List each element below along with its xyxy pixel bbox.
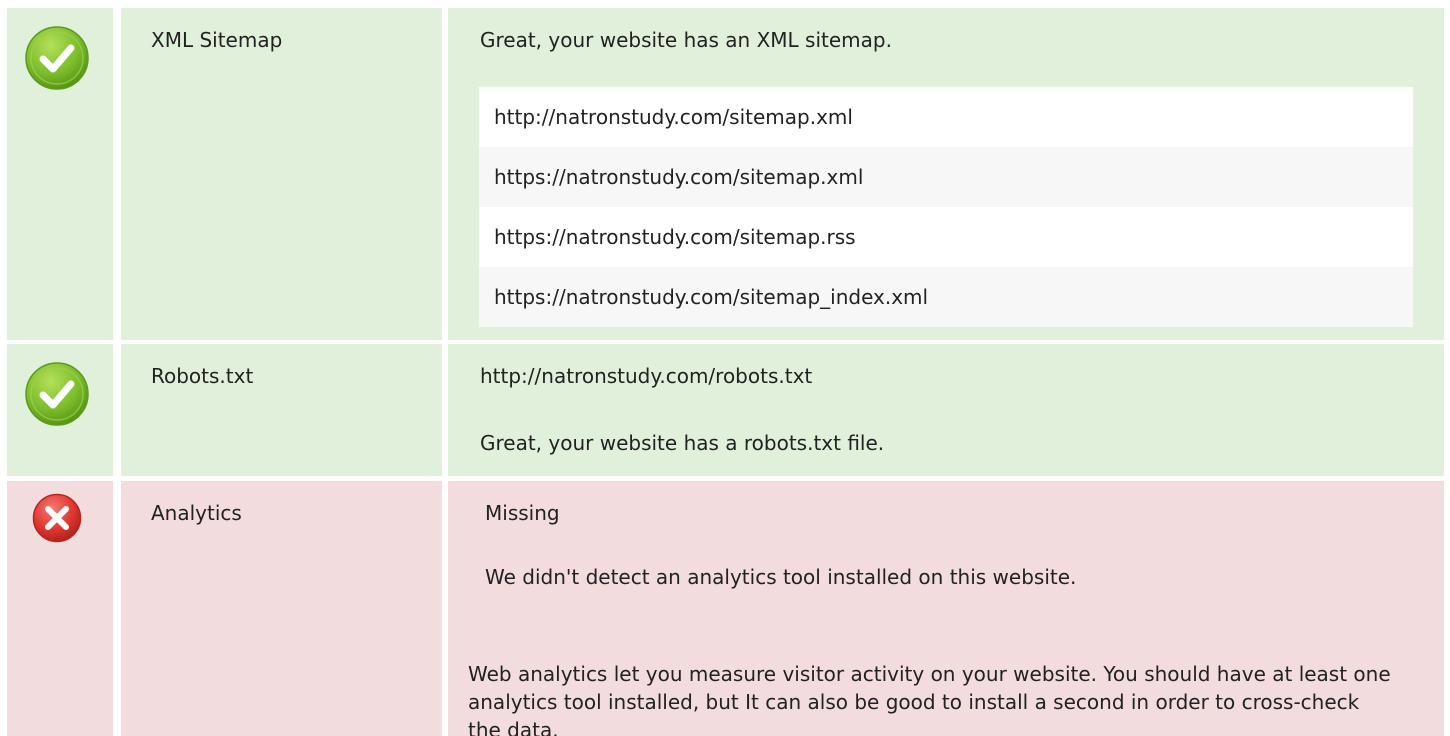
analytics-status-cell xyxy=(7,481,113,736)
sitemap-url-item: https://natronstudy.com/sitemap.rss xyxy=(479,207,1413,267)
sitemap-label-cell: XML Sitemap xyxy=(121,8,442,340)
sitemap-url-item: http://natronstudy.com/sitemap.xml xyxy=(479,87,1413,147)
analytics-message: We didn't detect an analytics tool insta… xyxy=(485,565,1077,589)
check-circle-icon xyxy=(25,26,89,90)
sitemap-label: XML Sitemap xyxy=(151,28,283,52)
analytics-explanation: Web analytics let you measure visitor ac… xyxy=(468,662,1391,736)
analytics-check-row: Analytics Missing We didn't detect an an… xyxy=(7,481,1444,736)
analytics-label-cell: Analytics xyxy=(121,481,442,736)
sitemap-message: Great, your website has an XML sitemap. xyxy=(480,28,892,52)
sitemap-url-item: https://natronstudy.com/sitemap.xml xyxy=(479,147,1413,207)
robots-label-cell: Robots.txt xyxy=(121,344,442,476)
sitemap-status-cell xyxy=(7,8,113,340)
analytics-state: Missing xyxy=(485,501,560,525)
robots-message: Great, your website has a robots.txt fil… xyxy=(480,431,885,455)
check-circle-icon xyxy=(25,362,89,426)
seo-report: XML Sitemap Great, your website has an X… xyxy=(0,0,1450,736)
robots-result-cell: http://natronstudy.com/robots.txt Great,… xyxy=(448,344,1444,476)
analytics-label: Analytics xyxy=(151,501,242,525)
robots-status-cell xyxy=(7,344,113,476)
robots-url: http://natronstudy.com/robots.txt xyxy=(480,364,813,388)
x-circle-icon xyxy=(32,493,82,543)
sitemap-result-cell: Great, your website has an XML sitemap. … xyxy=(448,8,1444,340)
sitemap-url-list: http://natronstudy.com/sitemap.xml https… xyxy=(479,87,1413,327)
robots-label: Robots.txt xyxy=(151,364,254,388)
sitemap-check-row: XML Sitemap Great, your website has an X… xyxy=(7,8,1444,340)
analytics-result-cell: Missing We didn't detect an analytics to… xyxy=(448,481,1444,736)
sitemap-url-item: https://natronstudy.com/sitemap_index.xm… xyxy=(479,267,1413,327)
robots-check-row: Robots.txt http://natronstudy.com/robots… xyxy=(7,344,1444,476)
